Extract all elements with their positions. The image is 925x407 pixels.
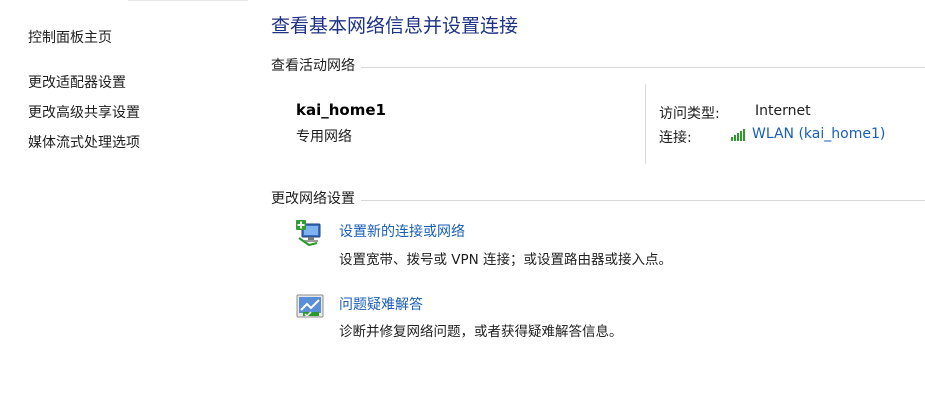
section-divider xyxy=(361,199,925,201)
setup-new-connection-link[interactable]: 设置新的连接或网络 xyxy=(339,221,465,241)
wlan-connection-link[interactable]: WLAN (kai_home1) xyxy=(731,126,885,142)
top-divider xyxy=(128,0,248,1)
page-title: 查看基本网络信息并设置连接 xyxy=(271,15,519,37)
wifi-signal-icon xyxy=(731,128,746,141)
section-divider xyxy=(361,66,925,68)
active-networks-header: 查看活动网络 xyxy=(271,55,925,75)
troubleshoot-desc: 诊断并修复网络问题，或者获得疑难解答信息。 xyxy=(339,324,623,340)
change-adapter-settings-link[interactable]: 更改适配器设置 xyxy=(28,72,126,92)
troubleshoot-link[interactable]: 问题疑难解答 xyxy=(339,294,423,314)
new-connection-icon[interactable] xyxy=(295,218,325,248)
access-type-label: 访问类型: xyxy=(659,106,720,122)
change-settings-header: 更改网络设置 xyxy=(271,188,925,208)
access-type-value: Internet xyxy=(755,103,811,119)
change-settings-label: 更改网络设置 xyxy=(271,191,355,207)
left-pane: 控制面板主页 更改适配器设置 更改高级共享设置 媒体流式处理选项 xyxy=(0,0,250,407)
vertical-divider xyxy=(645,84,646,164)
change-advanced-sharing-link[interactable]: 更改高级共享设置 xyxy=(28,102,140,122)
wlan-connection-text[interactable]: WLAN (kai_home1) xyxy=(752,126,885,142)
media-streaming-options-link[interactable]: 媒体流式处理选项 xyxy=(28,132,140,152)
network-profile: 专用网络 xyxy=(296,129,352,145)
setup-new-connection-desc: 设置宽带、拨号或 VPN 连接；或设置路由器或接入点。 xyxy=(339,252,673,268)
troubleshoot-icon[interactable] xyxy=(295,292,325,322)
active-networks-label: 查看活动网络 xyxy=(271,58,355,74)
control-panel-home-link[interactable]: 控制面板主页 xyxy=(28,27,112,47)
network-name: kai_home1 xyxy=(296,101,386,119)
connection-label: 连接: xyxy=(659,130,692,146)
